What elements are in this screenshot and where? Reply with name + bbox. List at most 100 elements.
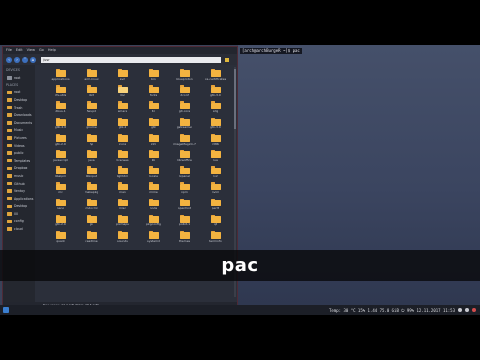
folder-item[interactable]: misc <box>107 198 138 214</box>
sidebar-item[interactable]: Dropbox <box>3 165 35 173</box>
folder-item[interactable]: polkit-1 <box>169 214 200 230</box>
folder-item[interactable]: gir <box>76 214 107 230</box>
start-menu-icon[interactable] <box>3 307 9 313</box>
folder-item[interactable]: applications <box>45 68 76 84</box>
folder-item[interactable]: lto <box>138 100 169 116</box>
folder-item[interactable]: dbus-1 <box>45 100 76 116</box>
folder-item[interactable]: quark <box>45 230 76 246</box>
folder-item[interactable]: qt <box>200 214 231 230</box>
sidebar-item[interactable]: Ventoy <box>3 187 35 195</box>
tray-power-icon[interactable] <box>472 308 476 312</box>
folder-item[interactable]: libinput <box>76 165 107 181</box>
forward-button[interactable]: › <box>14 56 20 63</box>
menu-item[interactable]: Go <box>39 47 44 54</box>
folder-item[interactable]: doc <box>107 84 138 100</box>
menu-item[interactable]: File <box>6 47 12 54</box>
folder-item[interactable]: mime <box>138 181 169 197</box>
folder-item[interactable]: gtk-3.0 <box>200 84 231 100</box>
sidebar-item[interactable]: Downloads <box>3 111 35 119</box>
folder-item[interactable]: java <box>76 149 107 165</box>
menu-item[interactable]: Edit <box>16 47 23 54</box>
sidebar-item[interactable]: cloud <box>3 225 35 233</box>
sidebar-item[interactable]: Music <box>3 127 35 135</box>
sidebar-item[interactable]: Desktop <box>3 96 35 104</box>
folder-item[interactable]: avrl <box>107 68 138 84</box>
folder-item[interactable]: makepkg <box>76 181 107 197</box>
folder-item[interactable]: gstreamer <box>169 117 200 133</box>
sidebar-item[interactable]: root <box>3 89 35 97</box>
sidebar-item[interactable]: 00 <box>3 210 35 218</box>
tray-network-icon[interactable] <box>458 308 462 312</box>
folder-item[interactable]: arm-linux <box>76 68 107 84</box>
folder-item[interactable]: gtk-3.0 <box>200 117 231 133</box>
menu-item[interactable]: Help <box>48 47 56 54</box>
folder-item[interactable]: emacs <box>107 100 138 116</box>
folder-item[interactable]: cfs-utils <box>45 84 76 100</box>
folder-item[interactable]: libalpm <box>45 165 76 181</box>
folder-item[interactable]: imageMagick-7 <box>169 133 200 149</box>
folder-item[interactable]: licenses <box>107 149 138 165</box>
folder-item[interactable]: pkgconfig <box>138 214 169 230</box>
location-bar[interactable]: /usr <box>41 56 221 63</box>
tray-volume-icon[interactable] <box>465 308 469 312</box>
folder-item[interactable]: node <box>138 198 169 214</box>
sidebar-item[interactable]: Desktop <box>3 203 35 211</box>
folder-item[interactable]: readline <box>76 230 107 246</box>
folder-item[interactable]: lua <box>200 149 231 165</box>
folder-item[interactable]: gtk-2 <box>107 117 138 133</box>
folder-item[interactable]: nano <box>45 198 76 214</box>
folder-item[interactable]: lv2 <box>200 165 231 181</box>
sidebar-item[interactable]: Applications <box>3 195 35 203</box>
folder-item[interactable]: systemd <box>138 230 169 246</box>
menu-item[interactable]: View <box>27 47 35 54</box>
folder-item[interactable]: nvim <box>200 181 231 197</box>
folder-item[interactable]: locale <box>138 165 169 181</box>
sidebar-item[interactable]: Trash <box>3 104 35 112</box>
terminal-prompt[interactable]: [arch@archBurgeR ~]$ pac <box>240 48 302 54</box>
sidebar-item[interactable]: Github <box>3 180 35 188</box>
scrollbar-thumb[interactable] <box>234 69 236 129</box>
home-button[interactable]: ⌂ <box>30 56 36 63</box>
folder-item[interactable]: i386 <box>200 133 231 149</box>
sidebar-item[interactable]: music <box>3 172 35 180</box>
sidebar-item[interactable]: root <box>3 74 35 82</box>
folder-item[interactable]: perl5 <box>200 198 231 214</box>
folder-item[interactable]: npm <box>169 181 200 197</box>
sidebar-item[interactable]: Videos <box>3 142 35 150</box>
folder-item[interactable]: icons <box>107 133 138 149</box>
folder-item[interactable]: blueproton <box>169 68 200 84</box>
sidebar-item[interactable]: Templates <box>3 157 35 165</box>
folder-item[interactable]: lightdm <box>107 165 138 181</box>
folder-item[interactable]: libreoffice <box>169 149 200 165</box>
folder-item[interactable]: mc <box>45 181 76 197</box>
folder-item[interactable]: javascript <box>45 149 76 165</box>
folder-item[interactable]: ca-certificates <box>200 68 231 84</box>
folder-item[interactable]: terminfo <box>200 230 231 246</box>
folder-item[interactable]: fwupd <box>76 100 107 116</box>
folder-item[interactable]: openfont <box>169 198 200 214</box>
folder-item[interactable]: glib-2.0 <box>45 117 76 133</box>
folder-item[interactable]: gnome <box>76 117 107 133</box>
folder-item[interactable]: dict <box>76 84 107 100</box>
folder-item[interactable]: xdg <box>200 100 231 116</box>
folder-item[interactable]: lxpanel <box>169 165 200 181</box>
folder-item[interactable]: mdocml <box>76 198 107 214</box>
folder-item[interactable]: bin <box>138 68 169 84</box>
sidebar-item[interactable]: Documents <box>3 119 35 127</box>
folder-item[interactable]: man <box>107 181 138 197</box>
folder-item[interactable]: fonts <box>138 84 169 100</box>
folder-item[interactable]: gtk <box>138 117 169 133</box>
folder-item[interactable]: sounds <box>107 230 138 246</box>
folder-item[interactable]: pixmaps <box>107 214 138 230</box>
folder-item[interactable]: git-core <box>169 100 200 116</box>
back-button[interactable]: ‹ <box>6 56 12 63</box>
sidebar-item[interactable]: public <box>3 149 35 157</box>
sidebar-item[interactable]: Pictures <box>3 134 35 142</box>
folder-item[interactable]: lib <box>138 149 169 165</box>
up-button[interactable]: ˄ <box>22 56 28 63</box>
folder-item[interactable]: gtk-2.0 <box>45 133 76 149</box>
folder-item[interactable]: gtk-2.0 <box>45 214 76 230</box>
folder-item[interactable]: themes <box>169 230 200 246</box>
folder-item[interactable]: info <box>138 133 169 149</box>
folder-item[interactable]: hp <box>76 133 107 149</box>
